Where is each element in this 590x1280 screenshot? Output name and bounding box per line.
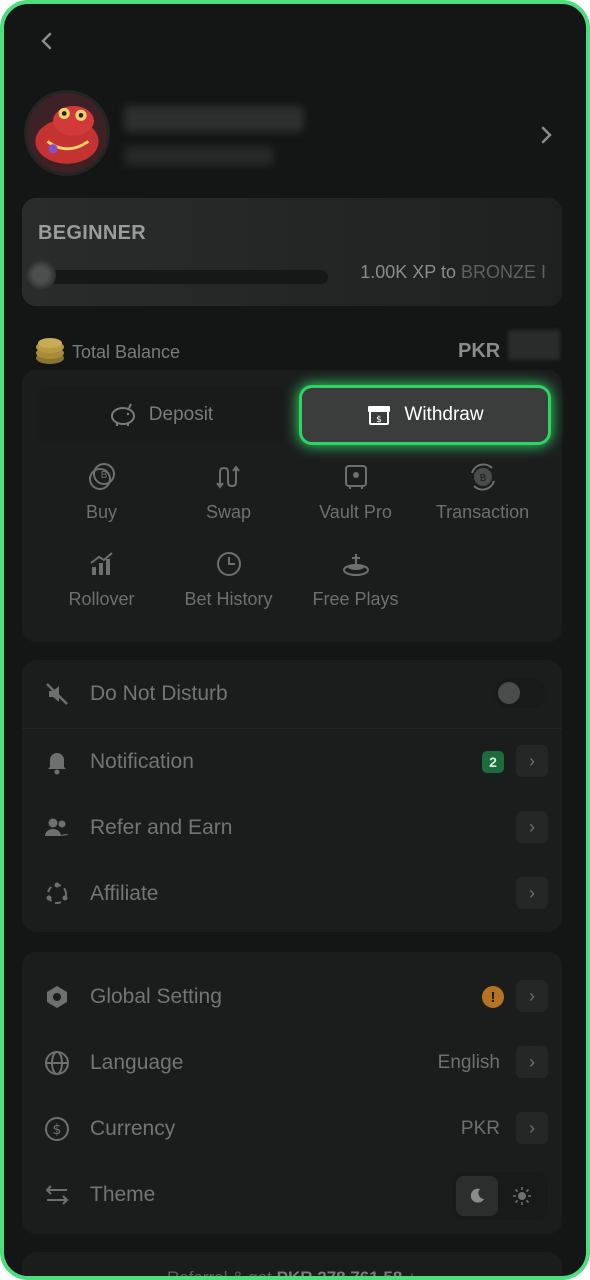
chevron-right-icon[interactable]: › bbox=[516, 1046, 548, 1078]
profile-button[interactable] bbox=[536, 122, 556, 154]
withdraw-label: Withdraw bbox=[404, 404, 484, 425]
refer-and-earn-label: Refer and Earn bbox=[90, 816, 233, 839]
svg-text:B: B bbox=[100, 470, 107, 481]
next-rank: BRONZE I bbox=[460, 262, 546, 282]
chevron-right-icon[interactable]: › bbox=[516, 1112, 548, 1144]
do-not-disturb-toggle[interactable] bbox=[494, 678, 546, 708]
currency-value: PKR bbox=[460, 1118, 500, 1139]
deposit-label: Deposit bbox=[148, 404, 214, 425]
svg-text:$: $ bbox=[53, 1122, 62, 1138]
coin-icon: B bbox=[88, 463, 115, 490]
refer-and-earn-row[interactable]: Refer and Earn › bbox=[22, 795, 562, 861]
language-row[interactable]: Language English › bbox=[22, 1030, 562, 1096]
globe-icon bbox=[42, 1048, 72, 1078]
referral-banner[interactable]: Referral & get PKR 278,761.58 + bbox=[22, 1252, 562, 1280]
sliders-icon bbox=[42, 1180, 72, 1210]
dollar-icon: $ bbox=[42, 1114, 72, 1144]
currency-label: Currency bbox=[90, 1117, 176, 1140]
level-title: BEGINNER bbox=[38, 222, 146, 244]
coin-stack-icon bbox=[36, 338, 64, 364]
svg-text:B: B bbox=[479, 473, 486, 484]
avatar[interactable] bbox=[24, 90, 110, 176]
piggy-bank-icon bbox=[110, 403, 135, 426]
do-not-disturb-row: Do Not Disturb bbox=[22, 660, 562, 728]
users-icon bbox=[42, 813, 72, 843]
global-setting-row[interactable]: Global Setting ! › bbox=[22, 964, 562, 1030]
theme-switch bbox=[452, 1172, 548, 1220]
transaction-button[interactable]: B Transaction bbox=[419, 462, 546, 523]
swap-button[interactable]: Swap bbox=[165, 462, 292, 523]
xp-progress-bar bbox=[40, 270, 328, 284]
username-redacted bbox=[124, 106, 304, 132]
user-id-redacted bbox=[124, 146, 274, 166]
back-button[interactable] bbox=[32, 26, 62, 56]
total-balance-label: Total Balance bbox=[72, 342, 181, 362]
mute-icon bbox=[42, 679, 72, 709]
balance-amount-redacted bbox=[508, 330, 560, 360]
theme-label: Theme bbox=[90, 1183, 156, 1206]
deposit-button[interactable]: Deposit bbox=[38, 386, 284, 444]
notification-row[interactable]: Notification 2 › bbox=[22, 729, 562, 795]
referral-text: Referral & get PKR 278,761.58 + bbox=[167, 1268, 417, 1280]
do-not-disturb-label: Do Not Disturb bbox=[90, 682, 228, 705]
preferences-card: Global Setting ! › Language English › $ … bbox=[22, 952, 562, 1234]
xp-progress-indicator bbox=[26, 260, 56, 290]
rollover-icon bbox=[89, 552, 113, 575]
buy-button[interactable]: B Buy bbox=[38, 462, 165, 523]
clock-icon bbox=[216, 552, 241, 576]
language-label: Language bbox=[90, 1051, 184, 1074]
bet-history-button[interactable]: Bet History bbox=[165, 549, 292, 610]
language-value: English bbox=[437, 1052, 500, 1073]
affiliate-label: Affiliate bbox=[90, 882, 159, 905]
xp-text: 1.00K XP to BRONZE I bbox=[360, 262, 546, 282]
chevron-right-icon bbox=[541, 126, 552, 144]
vip-level-card[interactable]: BEGINNER 1.00K XP to BRONZE I bbox=[22, 198, 562, 306]
notification-label: Notification bbox=[90, 750, 194, 773]
chevron-right-icon[interactable]: › bbox=[516, 877, 548, 909]
swap-icon bbox=[215, 465, 240, 489]
svg-text:$: $ bbox=[377, 415, 383, 425]
free-plays-button[interactable]: Free Plays bbox=[292, 549, 419, 610]
wallet-card: Deposit $ Withdraw B Buy Swap Vault Pro … bbox=[22, 370, 562, 642]
affiliate-row[interactable]: Affiliate › bbox=[22, 861, 562, 927]
chevron-right-icon[interactable]: › bbox=[516, 980, 548, 1012]
vault-icon bbox=[344, 465, 367, 489]
sun-icon bbox=[513, 1187, 531, 1205]
transaction-icon: B bbox=[470, 463, 495, 491]
moon-icon bbox=[470, 1188, 484, 1203]
app-screen: BEGINNER 1.00K XP to BRONZE I Total Bala… bbox=[0, 0, 590, 1280]
notification-count-badge: 2 bbox=[482, 751, 504, 773]
rollover-button[interactable]: Rollover bbox=[38, 549, 165, 610]
currency-row[interactable]: $ Currency PKR › bbox=[22, 1096, 562, 1162]
theme-row: Theme bbox=[22, 1162, 562, 1228]
global-setting-label: Global Setting bbox=[90, 985, 222, 1008]
light-theme-button[interactable] bbox=[502, 1176, 542, 1216]
dark-theme-button[interactable] bbox=[456, 1176, 498, 1216]
hexagon-settings-icon bbox=[42, 982, 72, 1012]
withdraw-icon: $ bbox=[368, 406, 391, 425]
chevron-right-icon[interactable]: › bbox=[516, 811, 548, 843]
vault-pro-button[interactable]: Vault Pro bbox=[292, 462, 419, 523]
affiliate-icon bbox=[42, 879, 72, 909]
withdraw-button[interactable]: $ Withdraw bbox=[302, 388, 548, 442]
notifications-card: Do Not Disturb Notification 2 › Refer an… bbox=[22, 660, 562, 932]
chevron-right-icon[interactable]: › bbox=[516, 745, 548, 777]
avatar-image bbox=[27, 93, 107, 173]
chevron-left-icon bbox=[41, 32, 52, 50]
wallet-actions: B Buy Swap Vault Pro B Transaction Rollo… bbox=[38, 462, 546, 610]
bell-icon bbox=[42, 747, 72, 777]
balance-currency: PKR bbox=[458, 340, 501, 362]
warning-icon: ! bbox=[482, 986, 504, 1008]
free-plays-icon bbox=[342, 554, 369, 576]
